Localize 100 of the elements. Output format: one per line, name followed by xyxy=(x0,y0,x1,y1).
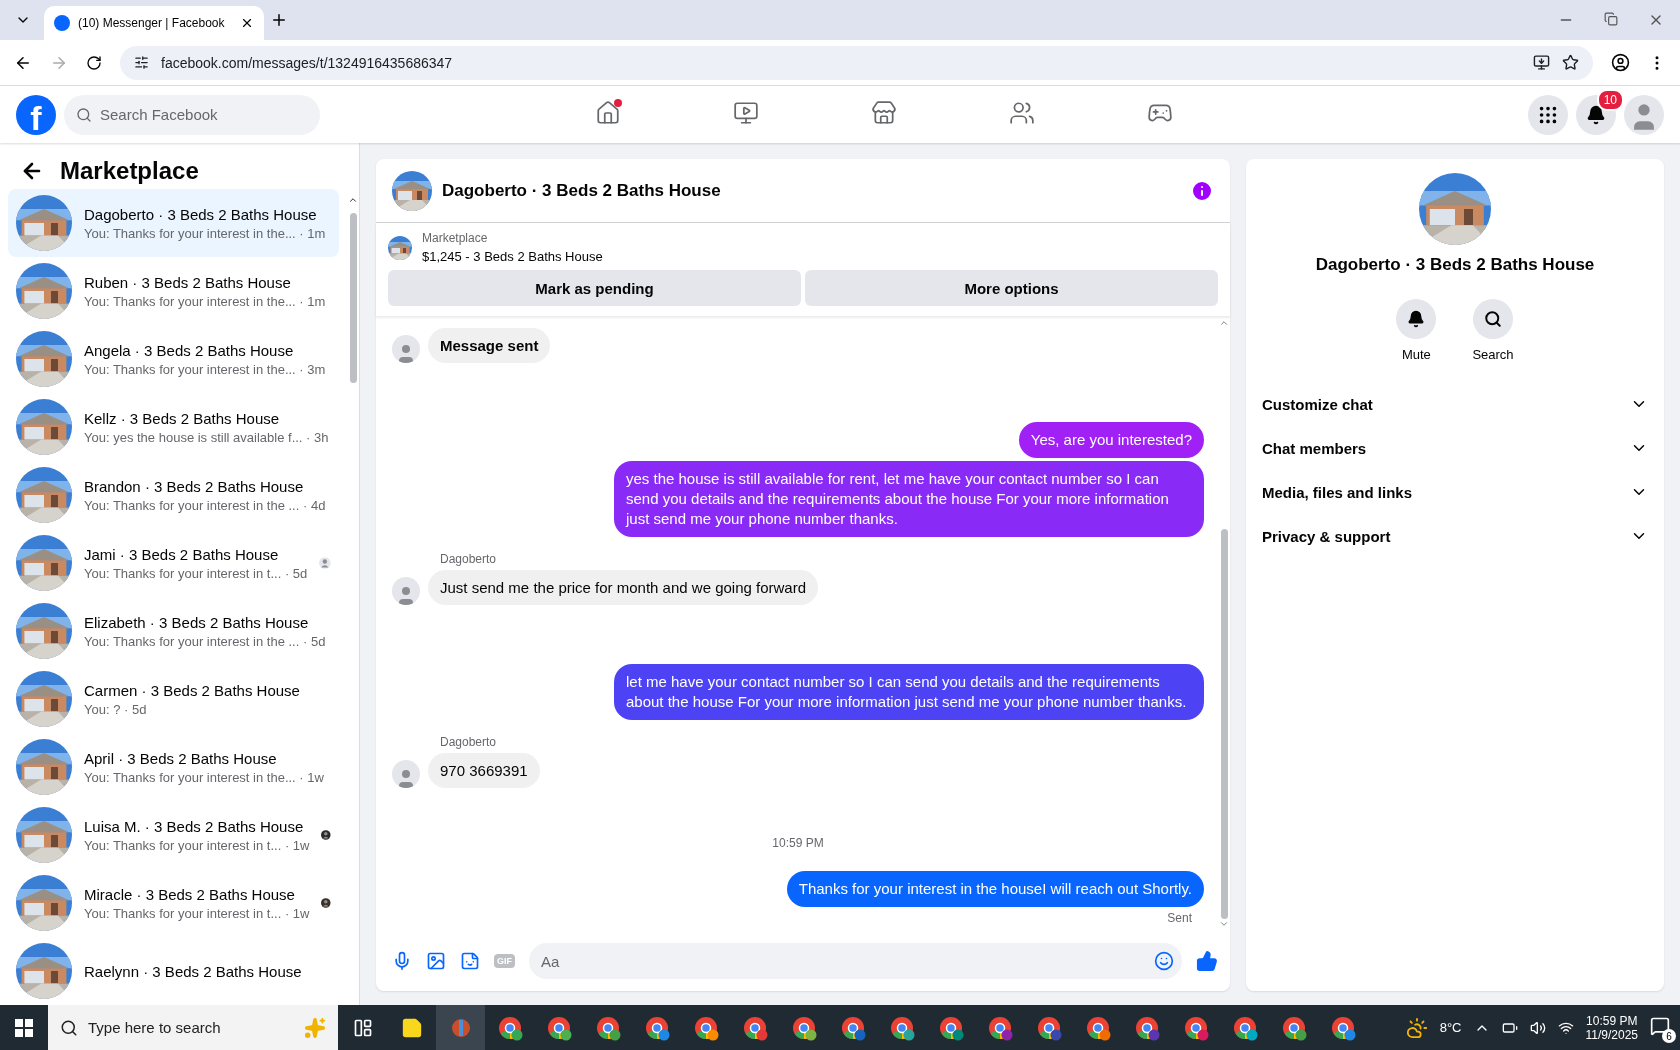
conversation-preview: You: yes the house is still available f... · 3h xyxy=(84,429,330,445)
action-button[interactable]: More options xyxy=(805,270,1218,306)
profile-icon[interactable] xyxy=(1611,53,1630,72)
conversation-item[interactable]: Brandon · 3 Beds 2 Baths House You: Thanks for your interest in the ... · 4d xyxy=(8,461,339,529)
section-toggle[interactable]: Privacy & support xyxy=(1262,514,1648,558)
chrome-icon[interactable] xyxy=(1280,1014,1307,1041)
conversation-item[interactable]: Carmen · 3 Beds 2 Baths House You: ? · 5d xyxy=(8,665,339,733)
microphone-icon[interactable] xyxy=(392,951,412,971)
chrome-icon[interactable] xyxy=(790,1014,817,1041)
section-toggle[interactable]: Media, files and links xyxy=(1262,470,1648,514)
chrome-icon[interactable] xyxy=(1035,1014,1062,1041)
like-icon[interactable] xyxy=(1196,950,1218,972)
conversation-preview: You: Thanks for your interest in t... · 5d xyxy=(84,565,308,581)
chrome-icon[interactable] xyxy=(1182,1014,1209,1041)
conversation-preview: You: Thanks for your interest in the ... · 5d xyxy=(84,633,327,649)
chrome-icon[interactable] xyxy=(1329,1014,1356,1041)
message-bubble: let me have your contact number so I can send you details and the requirements about the house For your more information just send me your phone number thanks. xyxy=(614,664,1204,720)
chrome-icon[interactable] xyxy=(888,1014,915,1041)
conversation-item[interactable]: Miracle · 3 Beds 2 Baths House You: Thanks for your interest in t... · 1w xyxy=(8,869,339,937)
conversation-title: Carmen · 3 Beds 2 Baths House xyxy=(84,681,301,699)
close-tab-icon[interactable] xyxy=(240,16,254,30)
message-bubble: Message sent xyxy=(428,328,551,363)
sparkles-icon xyxy=(304,1016,326,1039)
conversation-title: April · 3 Beds 2 Baths House xyxy=(84,749,278,767)
chrome-icon[interactable] xyxy=(496,1014,523,1041)
chrome-icon[interactable] xyxy=(692,1014,719,1041)
taskbar-search[interactable]: Type here to search xyxy=(48,1005,338,1050)
conversation-title: Kellz · 3 Beds 2 Baths House xyxy=(84,409,281,427)
conversation-item[interactable]: Ruben · 3 Beds 2 Baths House You: Thanks for your interest in the... · 1m xyxy=(8,257,339,325)
conversation-preview: You: Thanks for your interest in the ... · 4d xyxy=(84,497,327,513)
conversation-title: Luisa M. · 3 Beds 2 Baths House xyxy=(84,817,305,835)
conversation-title: Dagoberto · 3 Beds 2 Baths House xyxy=(84,205,318,223)
conversation-item[interactable]: April · 3 Beds 2 Baths House You: Thanks for your interest in the... · 1w xyxy=(8,733,339,801)
windows-icon[interactable] xyxy=(15,1018,33,1037)
conversation-title: Jami · 3 Beds 2 Baths House xyxy=(84,545,280,563)
conversation-title: Angela · 3 Beds 2 Baths House xyxy=(84,341,295,359)
install-icon[interactable] xyxy=(1533,54,1550,71)
menu-button[interactable] xyxy=(1528,94,1568,135)
notification-count: 6 xyxy=(1662,1029,1676,1043)
emoji-icon[interactable] xyxy=(1154,951,1174,971)
site-info-icon[interactable] xyxy=(134,55,149,70)
conversation-item[interactable]: Luisa M. · 3 Beds 2 Baths House You: Thanks for your interest in t... · 1w xyxy=(8,801,339,869)
timestamp: 10:59 PM xyxy=(772,836,824,850)
scroll-up-icon[interactable] xyxy=(1219,318,1229,328)
message-bubble: Thanks for your interest in the houseI will reach out Shortly. xyxy=(786,871,1204,907)
chrome-icon[interactable] xyxy=(741,1014,768,1041)
scroll-down-icon[interactable] xyxy=(1219,919,1229,929)
app-icon[interactable] xyxy=(449,1016,472,1039)
search-field[interactable]: Search Facebook xyxy=(64,94,320,135)
bell-icon xyxy=(1407,310,1426,328)
video-icon xyxy=(733,100,759,126)
sender-name: Dagoberto xyxy=(439,735,498,749)
clock[interactable]: 10:59 PM 11/9/2025 xyxy=(1585,1013,1638,1042)
message-bubble: yes the house is still available for rent, let me have your contact number so I can send you details and the requirements about the house For your more information just send me your phone number thanks. xyxy=(614,461,1204,537)
account-button[interactable] xyxy=(1624,94,1664,135)
sticker-icon[interactable] xyxy=(460,951,480,971)
chat-title: Dagoberto · 3 Beds 2 Baths House xyxy=(442,180,722,201)
section-toggle[interactable]: Customize chat xyxy=(1262,382,1648,426)
chrome-icon[interactable] xyxy=(839,1014,866,1041)
section-toggle[interactable]: Chat members xyxy=(1262,426,1648,470)
sticky-notes-icon[interactable] xyxy=(400,1016,423,1039)
weather-icon[interactable] xyxy=(1405,1016,1428,1039)
conversation-item[interactable]: Jami · 3 Beds 2 Baths House You: Thanks for your interest in t... · 5d xyxy=(8,529,339,597)
task-view-icon[interactable] xyxy=(352,1017,373,1038)
restore-icon[interactable] xyxy=(1604,12,1618,26)
search-icon xyxy=(60,1018,78,1037)
conversation-item[interactable]: Kellz · 3 Beds 2 Baths House You: yes the house is still available f... · 3h xyxy=(8,393,339,461)
facebook-logo[interactable]: f xyxy=(16,94,56,135)
chrome-icon[interactable] xyxy=(1231,1014,1258,1041)
bookmark-icon[interactable] xyxy=(1562,54,1579,71)
volume-icon[interactable] xyxy=(1529,1019,1546,1036)
message-bubble: Just send me the price for month and we going forward xyxy=(428,570,819,605)
photo-icon[interactable] xyxy=(426,951,446,971)
browser-tab[interactable]: (10) Messenger | Facebook xyxy=(44,6,264,40)
scroll-up-icon[interactable] xyxy=(348,195,358,205)
listing-source: Marketplace xyxy=(422,231,489,245)
chrome-icon[interactable] xyxy=(937,1014,964,1041)
conversation-preview: You: Thanks for your interest in the... · 1w xyxy=(84,769,325,785)
chrome-icon[interactable] xyxy=(986,1014,1013,1041)
reload-icon[interactable] xyxy=(86,54,102,71)
temperature[interactable]: 8°C xyxy=(1439,1020,1462,1035)
conversation-item[interactable]: Dagoberto · 3 Beds 2 Baths House You: Thanks for your interest in the... · 1m xyxy=(8,189,339,257)
conversation-preview: You: Thanks for your interest in t... · 1w xyxy=(84,837,310,853)
conversation-item[interactable]: Angela · 3 Beds 2 Baths House You: Thanks for your interest in the... · 3m xyxy=(8,325,339,393)
chrome-icon[interactable] xyxy=(1133,1014,1160,1041)
chrome-icon[interactable] xyxy=(643,1014,670,1041)
conversation-item[interactable]: Elizabeth · 3 Beds 2 Baths House You: Thanks for your interest in the ... · 5d xyxy=(8,597,339,665)
message-field[interactable]: Aa xyxy=(529,943,1182,979)
chrome-icon[interactable] xyxy=(594,1014,621,1041)
chrome-icon[interactable] xyxy=(1084,1014,1111,1041)
search-icon xyxy=(1484,310,1502,328)
message-bubble: 970 3669391 xyxy=(428,753,540,788)
conversation-item[interactable]: Raelynn · 3 Beds 2 Baths House xyxy=(8,937,339,1005)
new-tab-icon[interactable] xyxy=(270,11,288,29)
scroll-thumb[interactable] xyxy=(1220,529,1228,919)
scroll-thumb[interactable] xyxy=(349,213,357,383)
address-bar[interactable]: facebook.com/messages/t/1324916435686347 xyxy=(120,45,1593,80)
chrome-icon[interactable] xyxy=(545,1014,572,1041)
action-button[interactable]: Mark as pending xyxy=(388,270,801,306)
search-icon xyxy=(76,106,92,123)
